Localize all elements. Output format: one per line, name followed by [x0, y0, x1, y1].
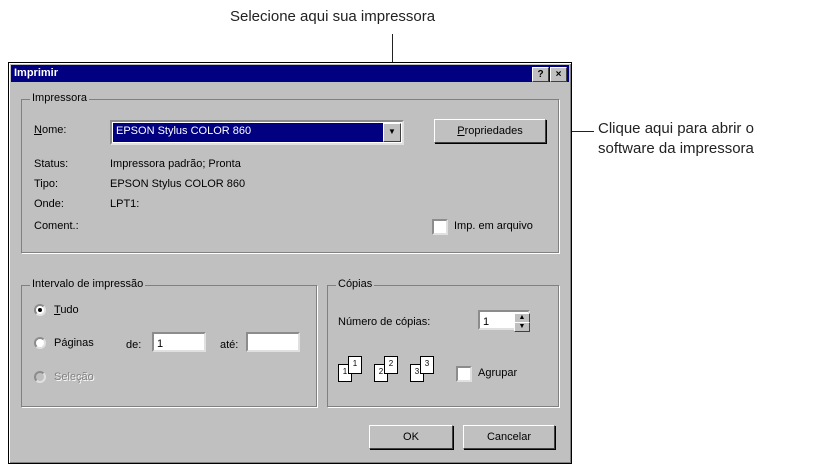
all-label: Tudo	[54, 304, 79, 316]
where-value: LPT1:	[110, 198, 140, 210]
title-bar: Imprimir ? ×	[11, 65, 569, 82]
printer-name-value: EPSON Stylus COLOR 860	[113, 123, 383, 142]
ok-button[interactable]: OK	[369, 425, 453, 449]
print-dialog: Imprimir ? × Impressora Nome: EPSON Styl…	[8, 62, 572, 464]
callout-properties-line2: software da impressora	[598, 140, 754, 157]
selection-radio	[34, 371, 46, 383]
collate-page-icon: 3	[420, 356, 434, 374]
range-group-label: Intervalo de impressão	[30, 278, 146, 290]
collate-checkbox[interactable]	[456, 366, 472, 382]
help-icon[interactable]: ?	[532, 67, 549, 82]
status-label: Status:	[34, 158, 69, 170]
callout-properties-line1: Clique aqui para abrir o	[598, 120, 754, 137]
type-label: Tipo:	[34, 178, 59, 190]
from-input[interactable]: 1	[152, 332, 206, 352]
where-label: Onde:	[34, 198, 64, 210]
from-label: de:	[126, 339, 142, 351]
printer-name-select[interactable]: EPSON Stylus COLOR 860 ▼	[110, 120, 404, 145]
all-radio[interactable]	[34, 304, 46, 316]
status-value: Impressora padrão; Pronta	[110, 158, 241, 170]
collate-page-icon: 2	[384, 356, 398, 374]
name-label: Nome:	[34, 124, 67, 136]
collate-label: Agrupar	[478, 367, 518, 379]
pages-label: Páginas	[54, 337, 94, 349]
spin-down-icon[interactable]: ▼	[514, 322, 530, 332]
selection-label: Seleção	[54, 371, 94, 383]
to-label: até:	[220, 339, 239, 351]
printer-group-label: Impressora	[30, 92, 90, 104]
chevron-down-icon[interactable]: ▼	[383, 123, 401, 142]
properties-button[interactable]: Propriedades	[434, 119, 546, 143]
collate-page-icon: 1	[348, 356, 362, 374]
print-to-file-label: Imp. em arquivo	[454, 220, 533, 232]
copies-group-label: Cópias	[336, 278, 375, 290]
dialog-title: Imprimir	[14, 67, 59, 79]
cancel-button[interactable]: Cancelar	[463, 425, 555, 449]
range-group: Intervalo de impressão Tudo Páginas de: …	[21, 278, 317, 407]
pages-radio[interactable]	[34, 337, 46, 349]
copies-group: Cópias Número de cópias: 1 ▲ ▼ 1 1 2 2 3…	[327, 278, 559, 407]
close-icon[interactable]: ×	[550, 67, 567, 82]
copies-number-label: Número de cópias:	[338, 316, 431, 328]
callout-printer-select: Selecione aqui sua impressora	[230, 8, 436, 25]
comment-label: Coment.:	[34, 220, 79, 232]
printer-group: Impressora Nome: EPSON Stylus COLOR 860 …	[21, 92, 559, 253]
print-to-file-checkbox[interactable]	[432, 219, 448, 235]
type-value: EPSON Stylus COLOR 860	[110, 178, 246, 190]
to-input[interactable]	[246, 332, 300, 352]
